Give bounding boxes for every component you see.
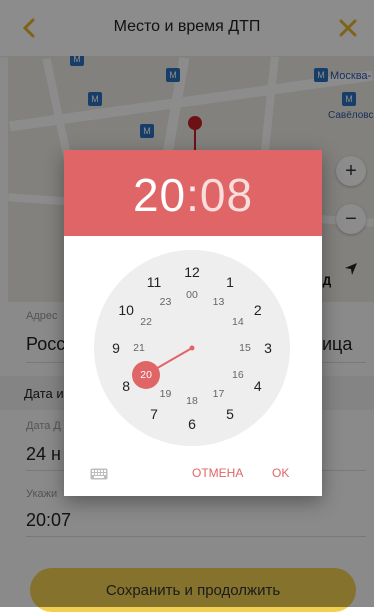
hour-22[interactable]: 22 xyxy=(140,316,152,328)
hour-4[interactable]: 4 xyxy=(254,378,262,394)
keyboard-icon[interactable] xyxy=(90,468,108,480)
hour-18[interactable]: 18 xyxy=(186,395,198,407)
hour-17[interactable]: 17 xyxy=(213,388,225,400)
time-separator: : xyxy=(186,169,200,221)
hour-12[interactable]: 12 xyxy=(184,264,200,280)
clock-face[interactable]: 12 1 2 3 4 5 6 7 8 9 10 11 00 13 14 15 16 17 18 19 20 21 22 23 xyxy=(94,250,290,446)
time-picker-dialog: 20:08 12 1 2 3 4 5 6 7 8 9 10 11 00 13 14 15 16 17 18 19 20 2… xyxy=(64,150,322,496)
hour-16[interactable]: 16 xyxy=(232,369,244,381)
hour-3[interactable]: 3 xyxy=(264,340,272,356)
hour-15[interactable]: 15 xyxy=(239,342,251,354)
cancel-button[interactable]: ОТМЕНА xyxy=(192,466,243,480)
time-picker-header: 20:08 xyxy=(64,150,322,236)
minutes-display[interactable]: 08 xyxy=(200,169,253,221)
hour-2[interactable]: 2 xyxy=(254,302,262,318)
hour-11[interactable]: 11 xyxy=(147,274,162,290)
time-display: 20:08 xyxy=(64,168,322,222)
hour-20[interactable]: 20 xyxy=(140,369,152,381)
hour-6[interactable]: 6 xyxy=(188,416,196,432)
hour-10[interactable]: 10 xyxy=(118,302,134,318)
hour-5[interactable]: 5 xyxy=(226,406,234,422)
hour-8[interactable]: 8 xyxy=(122,378,130,394)
hour-19[interactable]: 19 xyxy=(160,388,172,400)
hour-1[interactable]: 1 xyxy=(226,274,234,290)
hours-display[interactable]: 20 xyxy=(133,169,186,221)
hour-00[interactable]: 00 xyxy=(186,289,198,301)
hour-23[interactable]: 23 xyxy=(160,296,172,308)
ok-button[interactable]: OK xyxy=(272,466,289,480)
hour-9[interactable]: 9 xyxy=(112,340,120,356)
hour-14[interactable]: 14 xyxy=(232,316,244,328)
hour-7[interactable]: 7 xyxy=(150,406,158,422)
hour-13[interactable]: 13 xyxy=(213,296,225,308)
hour-21[interactable]: 21 xyxy=(133,342,145,354)
